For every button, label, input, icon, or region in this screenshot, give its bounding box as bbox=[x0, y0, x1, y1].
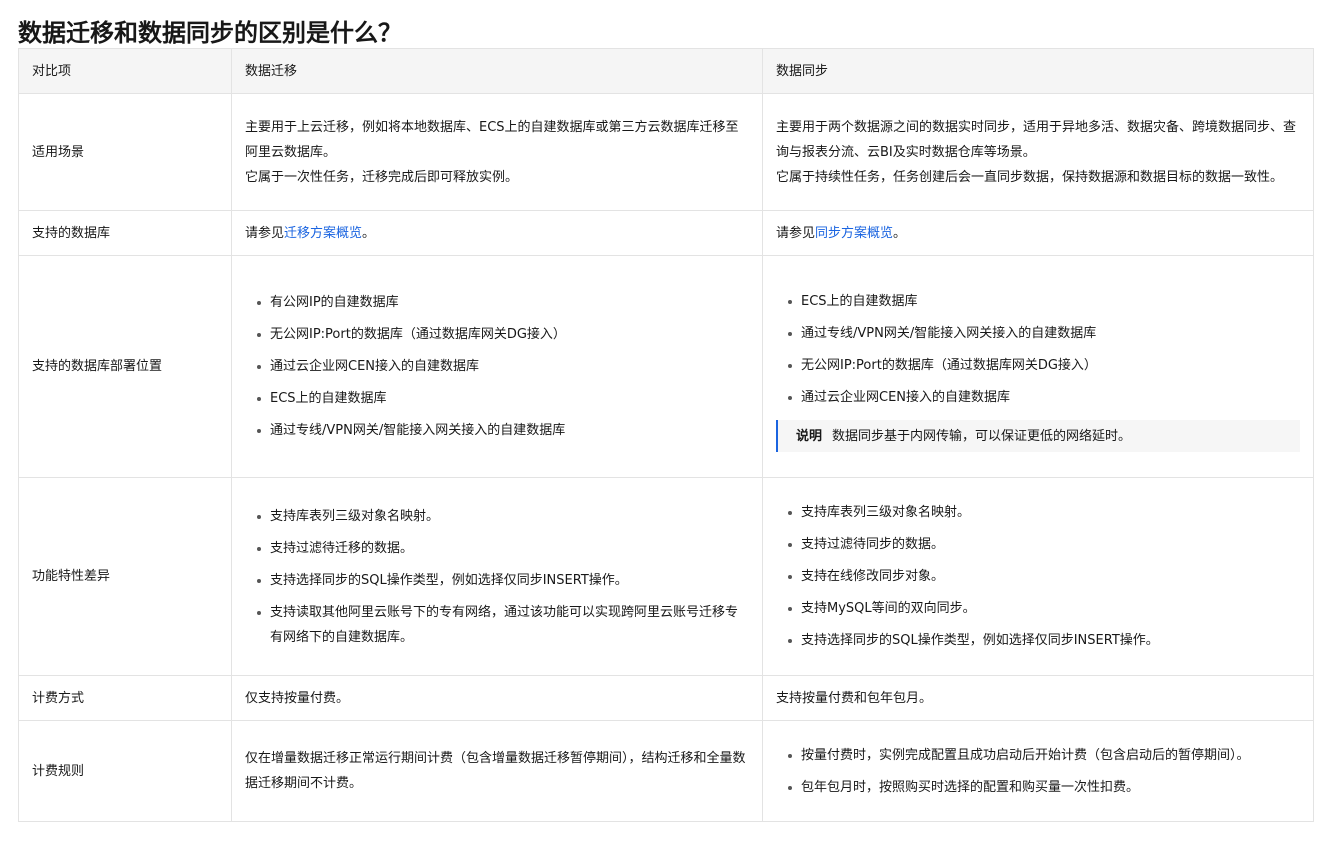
sync-deploy-cell: ECS上的自建数据库 通过专线/VPN网关/智能接入网关接入的自建数据库 无公网… bbox=[762, 255, 1314, 478]
list-item: ECS上的自建数据库 bbox=[788, 289, 1300, 314]
table-row: 适用场景 主要用于上云迁移，例如将本地数据库、ECS上的自建数据库或第三方云数据… bbox=[18, 93, 1314, 211]
article: 数据迁移和数据同步的区别是什么？ 对比项 数据迁移 数据同步 适用场景 主要用于… bbox=[18, 0, 1314, 822]
sync-rule-cell: 按量付费时，实例完成配置且成功启动后开始计费（包含启动后的暂停期间）。 包年包月… bbox=[762, 720, 1314, 822]
comparison-table: 对比项 数据迁移 数据同步 适用场景 主要用于上云迁移，例如将本地数据库、ECS… bbox=[18, 48, 1314, 822]
list-item: 无公网IP:Port的数据库（通过数据库网关DG接入） bbox=[257, 322, 749, 347]
list-item: 支持过滤待迁移的数据。 bbox=[257, 536, 749, 561]
row-label: 计费规则 bbox=[18, 720, 232, 822]
row-label: 支持的数据库 bbox=[18, 210, 232, 256]
list-item: 包年包月时，按照购买时选择的配置和购买量一次性扣费。 bbox=[788, 775, 1300, 800]
list-item: ECS上的自建数据库 bbox=[257, 386, 749, 411]
migration-db-cell: 请参见迁移方案概览。 bbox=[231, 210, 763, 256]
row-label: 功能特性差异 bbox=[18, 477, 232, 676]
bullet-list: 有公网IP的自建数据库 无公网IP:Port的数据库（通过数据库网关DG接入） … bbox=[245, 290, 749, 443]
note-box: 说明 数据同步基于内网传输，可以保证更低的网络延时。 bbox=[776, 419, 1300, 452]
note-text: 数据同步基于内网传输，可以保证更低的网络延时。 bbox=[832, 428, 1132, 444]
migration-feature-cell: 支持库表列三级对象名映射。 支持过滤待迁移的数据。 支持选择同步的SQL操作类型… bbox=[231, 477, 763, 676]
list-item: 通过专线/VPN网关/智能接入网关接入的自建数据库 bbox=[788, 321, 1300, 346]
list-item: 按量付费时，实例完成配置且成功启动后开始计费（包含启动后的暂停期间）。 bbox=[788, 743, 1300, 768]
page-title: 数据迁移和数据同步的区别是什么？ bbox=[18, 19, 402, 47]
cell-text: 。 bbox=[362, 225, 376, 241]
header-compare-item: 对比项 bbox=[18, 48, 232, 94]
sync-overview-link[interactable]: 同步方案概览 bbox=[815, 226, 893, 241]
row-label: 适用场景 bbox=[18, 93, 232, 211]
list-item: 支持读取其他阿里云账号下的专有网络，通过该功能可以实现跨阿里云账号迁移专有网络下… bbox=[257, 600, 749, 650]
cell-text: 。 bbox=[893, 225, 907, 241]
list-item: 支持库表列三级对象名映射。 bbox=[788, 500, 1300, 525]
row-label: 支持的数据库部署位置 bbox=[18, 255, 232, 478]
cell-text: 主要用于上云迁移，例如将本地数据库、ECS上的自建数据库或第三方云数据库迁移至阿… bbox=[245, 119, 739, 160]
list-item: 通过云企业网CEN接入的自建数据库 bbox=[257, 354, 749, 379]
list-item: 支持过滤待同步的数据。 bbox=[788, 532, 1300, 557]
header-migration: 数据迁移 bbox=[231, 48, 763, 94]
bullet-list: 支持库表列三级对象名映射。 支持过滤待同步的数据。 支持在线修改同步对象。 支持… bbox=[776, 500, 1300, 653]
list-item: 支持在线修改同步对象。 bbox=[788, 564, 1300, 589]
migration-overview-link[interactable]: 迁移方案概览 bbox=[284, 226, 362, 241]
migration-deploy-cell: 有公网IP的自建数据库 无公网IP:Port的数据库（通过数据库网关DG接入） … bbox=[231, 255, 763, 478]
sync-db-cell: 请参见同步方案概览。 bbox=[762, 210, 1314, 256]
list-item: 支持选择同步的SQL操作类型，例如选择仅同步INSERT操作。 bbox=[257, 568, 749, 593]
cell-text: 请参见 bbox=[245, 225, 285, 241]
list-item: 通过专线/VPN网关/智能接入网关接入的自建数据库 bbox=[257, 418, 749, 443]
list-item: 通过云企业网CEN接入的自建数据库 bbox=[788, 385, 1300, 410]
cell-text: 请参见 bbox=[776, 225, 816, 241]
bullet-list: ECS上的自建数据库 通过专线/VPN网关/智能接入网关接入的自建数据库 无公网… bbox=[776, 289, 1300, 410]
list-item: 支持库表列三级对象名映射。 bbox=[257, 504, 749, 529]
table-row: 支持的数据库 请参见迁移方案概览。 请参见同步方案概览。 bbox=[18, 210, 1314, 256]
cell-text: 它属于持续性任务，任务创建后会一直同步数据，保持数据源和数据目标的数据一致性。 bbox=[776, 169, 1284, 185]
list-item: 支持MySQL等间的双向同步。 bbox=[788, 596, 1300, 621]
migration-scene-cell: 主要用于上云迁移，例如将本地数据库、ECS上的自建数据库或第三方云数据库迁移至阿… bbox=[231, 93, 763, 211]
note-title: 说明 bbox=[796, 428, 823, 444]
bullet-list: 支持库表列三级对象名映射。 支持过滤待迁移的数据。 支持选择同步的SQL操作类型… bbox=[245, 504, 749, 650]
table-row: 计费规则 仅在增量数据迁移正常运行期间计费（包含增量数据迁移暂停期间），结构迁移… bbox=[18, 720, 1314, 822]
sync-feature-cell: 支持库表列三级对象名映射。 支持过滤待同步的数据。 支持在线修改同步对象。 支持… bbox=[762, 477, 1314, 676]
sync-pay-cell: 支持按量付费和包年包月。 bbox=[762, 675, 1314, 721]
table-header-row: 对比项 数据迁移 数据同步 bbox=[18, 48, 1314, 94]
sync-scene-cell: 主要用于两个数据源之间的数据实时同步，适用于异地多活、数据灾备、跨境数据同步、查… bbox=[762, 93, 1314, 211]
list-item: 支持选择同步的SQL操作类型，例如选择仅同步INSERT操作。 bbox=[788, 628, 1300, 653]
header-sync: 数据同步 bbox=[762, 48, 1314, 94]
table-row: 计费方式 仅支持按量付费。 支持按量付费和包年包月。 bbox=[18, 675, 1314, 721]
list-item: 有公网IP的自建数据库 bbox=[257, 290, 749, 315]
migration-rule-cell: 仅在增量数据迁移正常运行期间计费（包含增量数据迁移暂停期间），结构迁移和全量数据… bbox=[231, 720, 763, 822]
list-item: 无公网IP:Port的数据库（通过数据库网关DG接入） bbox=[788, 353, 1300, 378]
migration-pay-cell: 仅支持按量付费。 bbox=[231, 675, 763, 721]
row-label: 计费方式 bbox=[18, 675, 232, 721]
table-row: 支持的数据库部署位置 有公网IP的自建数据库 无公网IP:Port的数据库（通过… bbox=[18, 255, 1314, 478]
cell-text: 它属于一次性任务，迁移完成后即可释放实例。 bbox=[245, 169, 519, 185]
bullet-list: 按量付费时，实例完成配置且成功启动后开始计费（包含启动后的暂停期间）。 包年包月… bbox=[776, 743, 1300, 800]
cell-text: 主要用于两个数据源之间的数据实时同步，适用于异地多活、数据灾备、跨境数据同步、查… bbox=[776, 119, 1297, 160]
table-row: 功能特性差异 支持库表列三级对象名映射。 支持过滤待迁移的数据。 支持选择同步的… bbox=[18, 477, 1314, 676]
